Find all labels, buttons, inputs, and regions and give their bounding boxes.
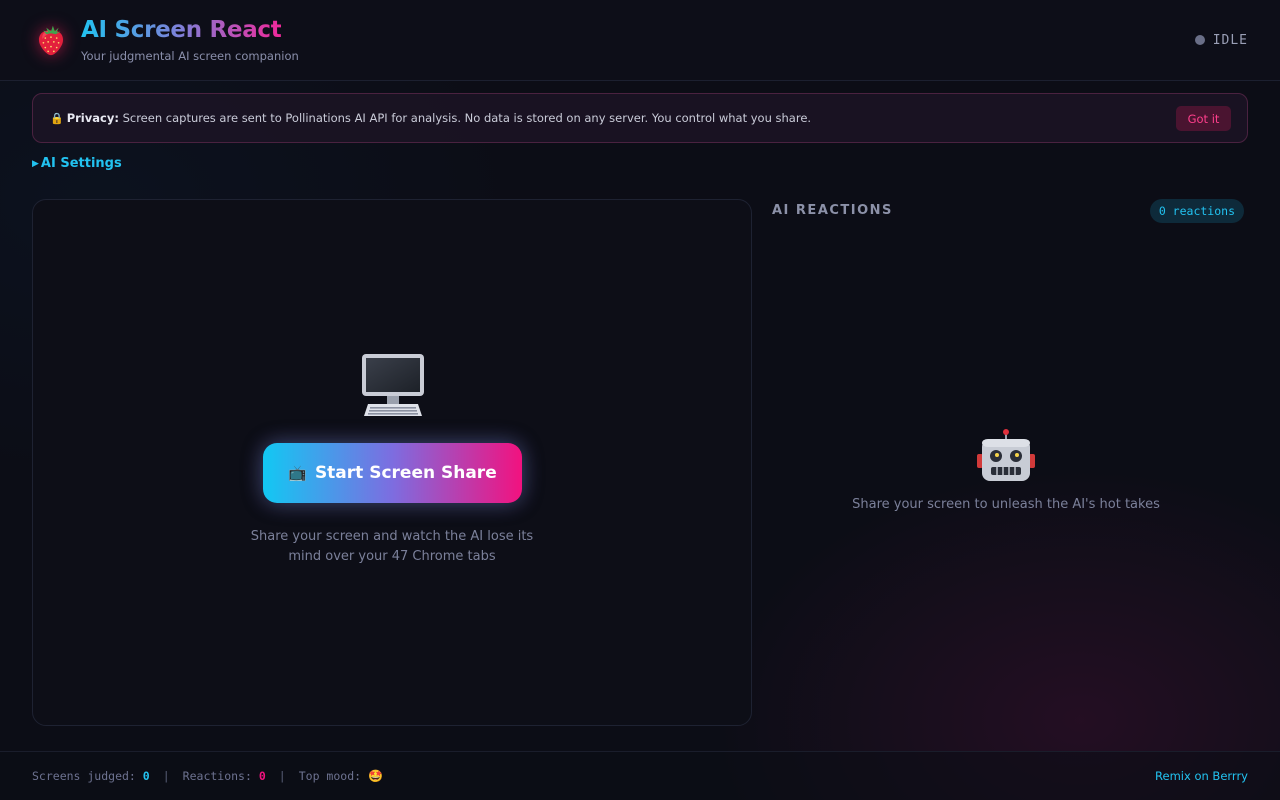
robot-icon: [976, 428, 1036, 484]
status-dot: [1194, 35, 1205, 45]
app-title: AI Screen React: [81, 17, 282, 43]
status-indicator: IDLE: [1194, 32, 1248, 48]
ai-settings-label: AI Settings: [40, 156, 122, 171]
app-footer: Screens judged: 0 | Reactions: 0 | Top m…: [0, 751, 1280, 800]
reactions-count-badge: 0 reactions: [1149, 199, 1244, 223]
start-screen-share-button[interactable]: 📺 Start Screen Share: [263, 443, 522, 503]
stage-hint-line1: Share your screen and watch the AI lose …: [250, 529, 534, 544]
screen-share-panel: 📺 Start Screen Share Share your screen a…: [32, 199, 752, 726]
stats-bar: Screens judged: 0 | Reactions: 0 | Top m…: [32, 769, 383, 783]
privacy-label: Privacy:: [66, 111, 119, 125]
reactions-empty-message: Share your screen to unleash the AI's ho…: [852, 497, 1160, 512]
start-screen-share-label: Start Screen Share: [314, 463, 497, 483]
stage-hint-line2: mind over your 47 Chrome tabs: [288, 549, 496, 564]
reactions-value: 0: [258, 769, 266, 783]
app-subtitle: Your judgmental AI screen companion: [81, 49, 299, 63]
screens-judged-label: Screens judged:: [32, 769, 136, 783]
tv-icon: 📺: [288, 464, 307, 482]
lock-icon: 🔒: [50, 112, 64, 125]
stats-separator: |: [162, 769, 170, 783]
stage-hint: Share your screen and watch the AI lose …: [33, 527, 751, 567]
reactions-title: AI REACTIONS: [772, 203, 893, 218]
star-struck-face-icon: 🤩: [367, 769, 383, 783]
app-header: AI Screen React Your judgmental AI scree…: [0, 0, 1280, 81]
status-text: IDLE: [1212, 32, 1248, 48]
remix-link[interactable]: Remix on Berrry: [1155, 769, 1248, 783]
privacy-notice: 🔒 Privacy: Screen captures are sent to Po…: [50, 111, 811, 125]
reactions-label: Reactions:: [182, 769, 252, 783]
got-it-button[interactable]: Got it: [1176, 106, 1231, 131]
top-mood-label: Top mood:: [298, 769, 362, 783]
ai-settings-toggle[interactable]: ▶ AI Settings: [32, 156, 122, 171]
caret-right-icon: ▶: [32, 159, 39, 169]
privacy-banner: 🔒 Privacy: Screen captures are sent to Po…: [32, 93, 1248, 143]
screens-judged-value: 0: [142, 769, 150, 783]
strawberry-icon: [32, 20, 70, 58]
stats-separator: |: [278, 769, 286, 783]
privacy-message: Screen captures are sent to Pollinations…: [122, 111, 812, 125]
desktop-monitor-icon: [358, 352, 428, 420]
